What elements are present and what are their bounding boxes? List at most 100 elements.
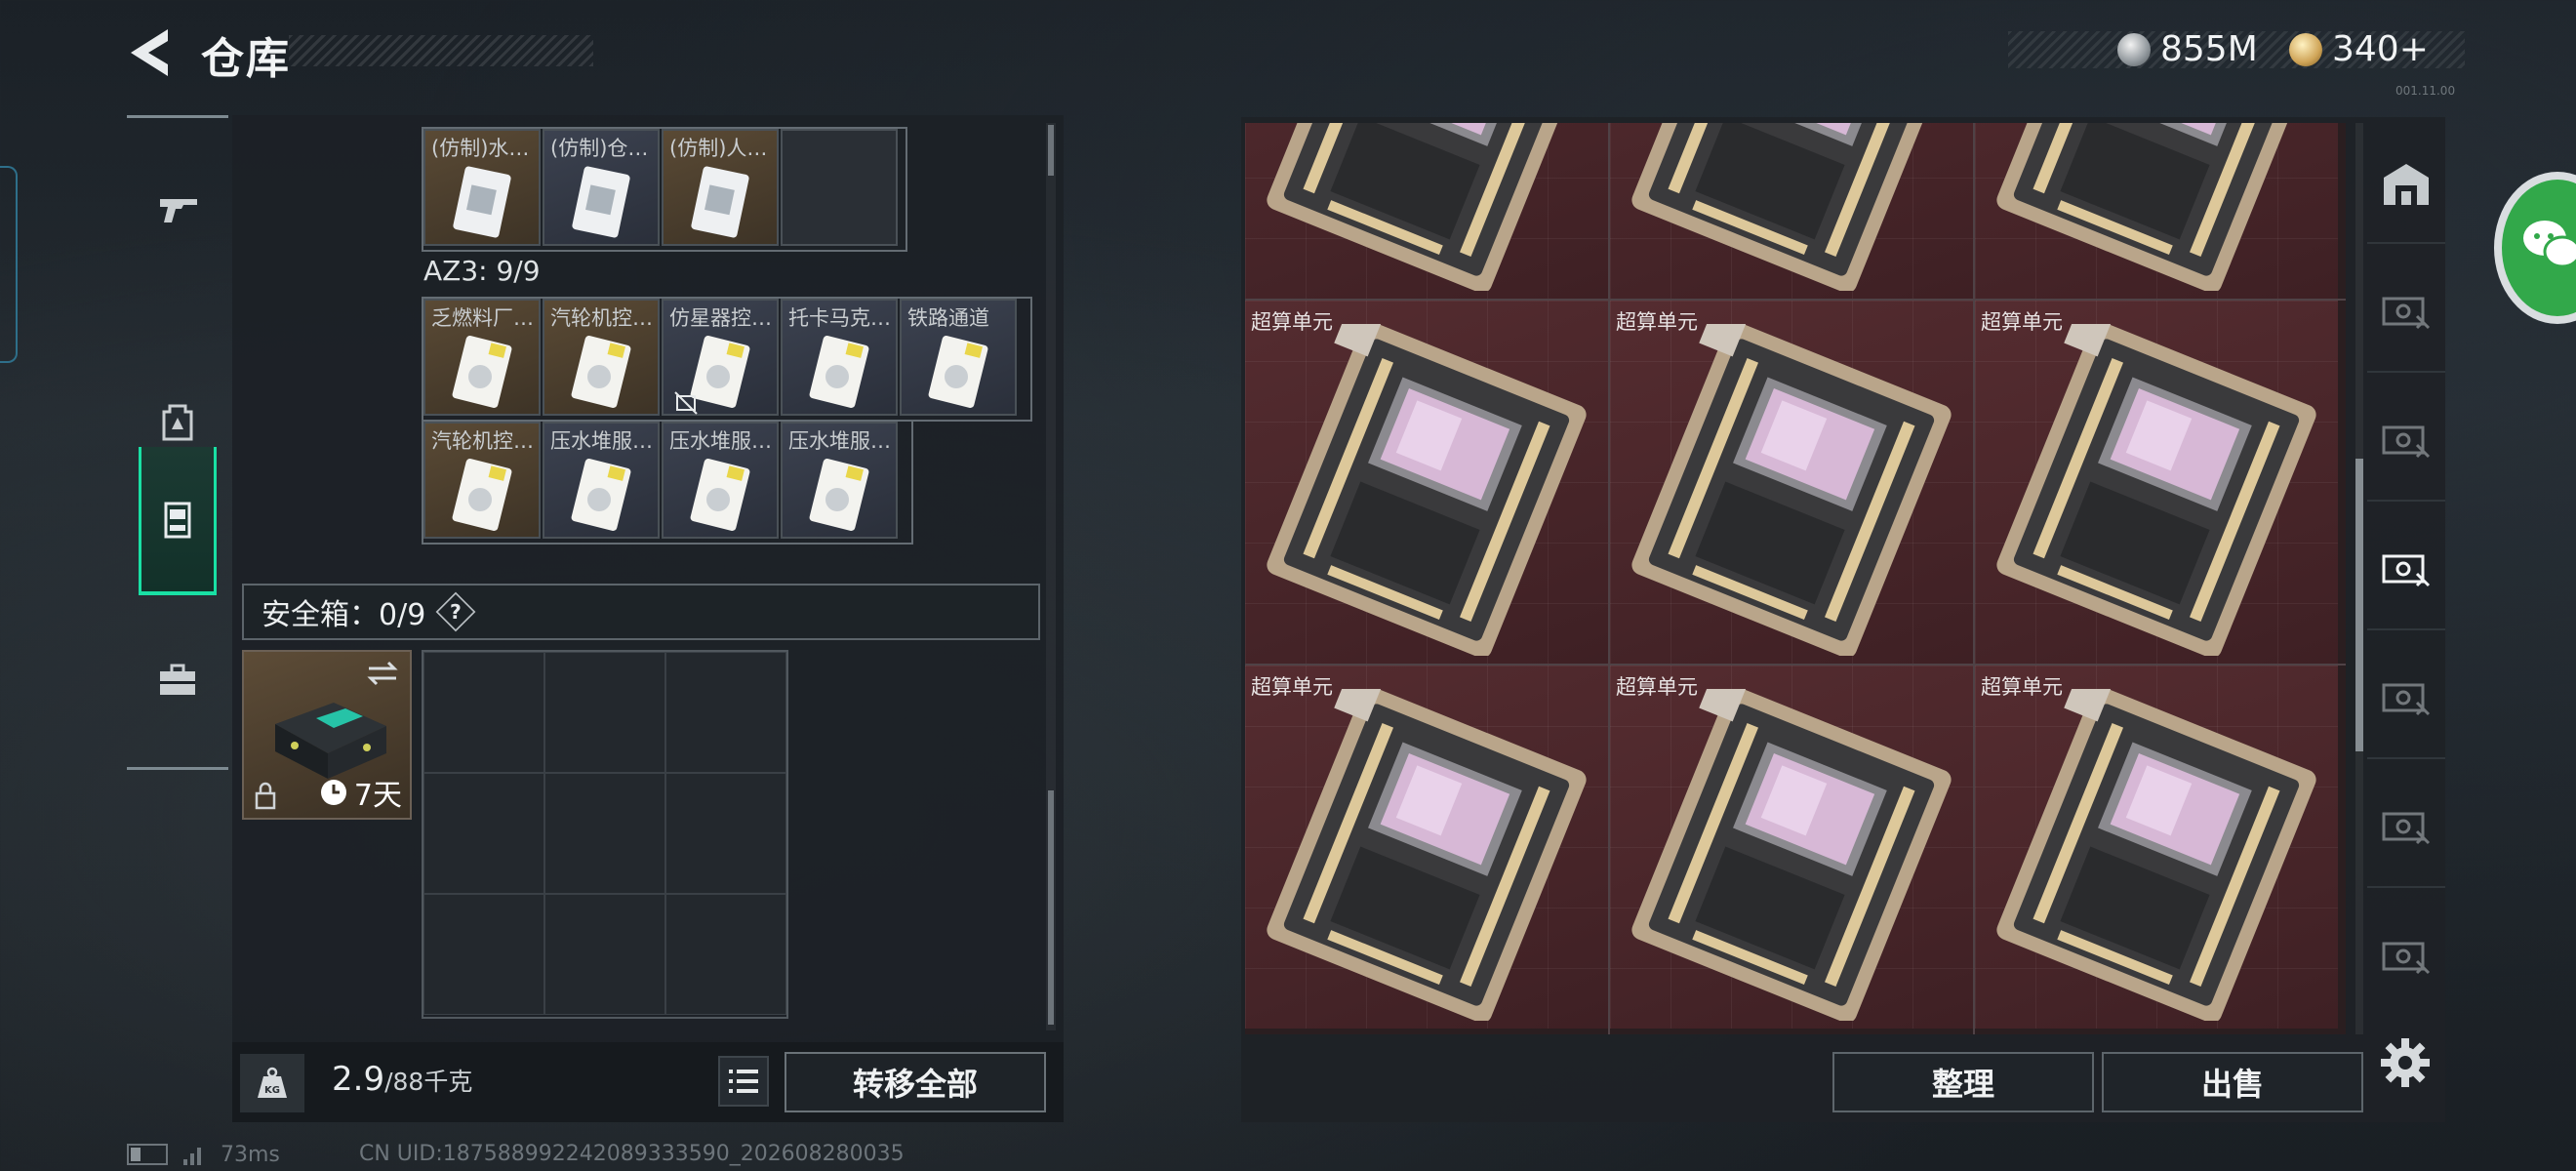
item-slot[interactable]: 压水堆服… [781,422,898,539]
kg-weight-icon: KG [258,1067,287,1098]
stash-item-tile[interactable]: 超算单元 [1245,301,1608,664]
empty-slot[interactable] [544,773,665,894]
stash-tab-storage[interactable] [2367,127,2445,244]
stash-grid-line [1608,123,1610,1034]
stash-grid-line [1245,664,2346,666]
empty-slot[interactable] [423,894,544,1015]
stash-tab-4-active[interactable] [2367,513,2445,630]
svg-text:KG: KG [264,1085,280,1096]
empty-slot[interactable] [544,894,665,1015]
nav-divider [127,767,228,770]
settings-gear-icon[interactable] [2375,1032,2435,1093]
timer-text: 7天 [353,779,402,813]
keycard-item-icon [928,336,988,408]
item-name: 汽轮机控… [431,429,534,453]
stash-tab-7[interactable] [2367,900,2445,1017]
stash-item-tile[interactable]: 超算单元 [1610,666,1973,1029]
empty-slot[interactable] [665,652,786,773]
item-slot[interactable]: 压水堆服… [543,422,660,539]
item-name: (仿制)人… [669,137,768,160]
empty-slot[interactable] [423,773,544,894]
weight-icon-box: KG [240,1054,304,1112]
back-arrow-icon[interactable] [125,25,176,80]
currency-gold[interactable]: 340+ [2289,29,2429,69]
keycard-item-icon [809,336,869,408]
document-item-icon [453,166,511,238]
stash-tab-3[interactable] [2367,384,2445,502]
keycard-item-icon [690,459,750,531]
item-slot[interactable]: 汽轮机控… [423,422,541,539]
left-scrollbar-thumb[interactable] [1048,125,1054,176]
timer-badge: 7天 [319,771,402,814]
cash-register-icon [2382,297,2431,330]
stash-item-tile[interactable] [1975,123,2338,299]
page-title: 仓库 [201,34,291,84]
az3-label: AZ3: 9/9 [423,255,541,287]
signal-icon [183,1148,201,1165]
empty-slot[interactable] [781,129,898,246]
item-slot[interactable]: 铁路通道 [900,299,1017,416]
nav-toolbox[interactable] [137,621,219,738]
keycard-item-icon [452,459,512,531]
item-slot[interactable]: (仿制)人… [662,129,779,246]
empty-slot[interactable] [423,652,544,773]
item-name: 汽轮机控… [550,306,653,330]
keycard-item-icon [809,459,869,531]
category-nav [127,115,228,771]
empty-slot[interactable] [544,652,665,773]
item-slot[interactable]: (仿制)仓… [543,129,660,246]
pistol-icon [160,199,197,222]
compute-unit-item-icon [1631,324,1952,656]
item-slot[interactable]: 乏燃料厂… [423,299,541,416]
compute-unit-item-icon [1631,123,1952,291]
weight-readout: 2.9 /88千克 [332,1060,472,1099]
stash-tab-6[interactable] [2367,771,2445,888]
item-name: (仿制)水… [431,137,530,160]
stash-item-tile[interactable]: 超算单元 [1610,301,1973,664]
sort-button[interactable]: 整理 [1832,1052,2094,1112]
item-slot[interactable]: 托卡马克… [781,299,898,416]
item-name: (仿制)仓… [550,137,649,160]
cash-register-icon [2382,942,2431,975]
stash-tab-2[interactable] [2367,256,2445,373]
safe-box-header: 安全箱：0/9 ? [242,584,1040,640]
side-drawer-handle[interactable] [0,166,18,363]
help-icon-label: ? [450,600,463,624]
list-view-button[interactable] [718,1056,769,1107]
version-text: 001.11.00 [2395,84,2456,98]
nav-container[interactable] [139,447,217,595]
currency-silver-value: 855M [2160,29,2258,69]
compute-unit-item-icon [1267,324,1587,656]
compute-unit-item-icon [1267,689,1587,1021]
help-icon[interactable]: ? [435,591,476,632]
cash-register-icon [2382,554,2431,587]
stash-item-tile[interactable]: 超算单元 [1245,666,1608,1029]
nav-weapons[interactable] [137,150,219,267]
stash-item-tile[interactable]: 超算单元 [1975,666,2338,1029]
stash-scrollbar-thumb[interactable] [2355,459,2363,751]
swap-icon[interactable] [365,660,400,687]
stash-item-tile[interactable]: 超算单元 [1975,301,2338,664]
empty-slot[interactable] [665,894,786,1015]
cash-register-icon [2382,425,2431,459]
left-scrollbar-thumb[interactable] [1048,790,1054,1025]
empty-slot[interactable] [665,773,786,894]
currency-silver[interactable]: 855M [2117,29,2258,69]
item-slot[interactable]: 压水堆服… [662,422,779,539]
stash-item-tile[interactable] [1245,123,1608,299]
item-slot[interactable]: 汽轮机控… [543,299,660,416]
safe-box-title: 安全箱：0/9 [262,598,426,632]
stash-tab-5[interactable] [2367,642,2445,759]
battery-icon [127,1144,168,1165]
safe-box-item[interactable]: 7天 [242,650,412,820]
stash-item-tile[interactable] [1610,123,1973,299]
keycard-item-icon [452,336,512,408]
sell-button[interactable]: 出售 [2102,1052,2363,1112]
item-slot[interactable]: (仿制)水… [423,129,541,246]
status-bar: 73ms [127,1142,280,1167]
transfer-all-button[interactable]: 转移全部 [785,1052,1046,1112]
floating-chat-button[interactable] [2494,172,2576,324]
weight-max: /88千克 [384,1068,473,1096]
stash-grid: 超算单元 超算单元 超算单元 超算单元 超算单元 超算单元 [1245,123,2346,1034]
item-name: 压水堆服… [550,429,653,453]
